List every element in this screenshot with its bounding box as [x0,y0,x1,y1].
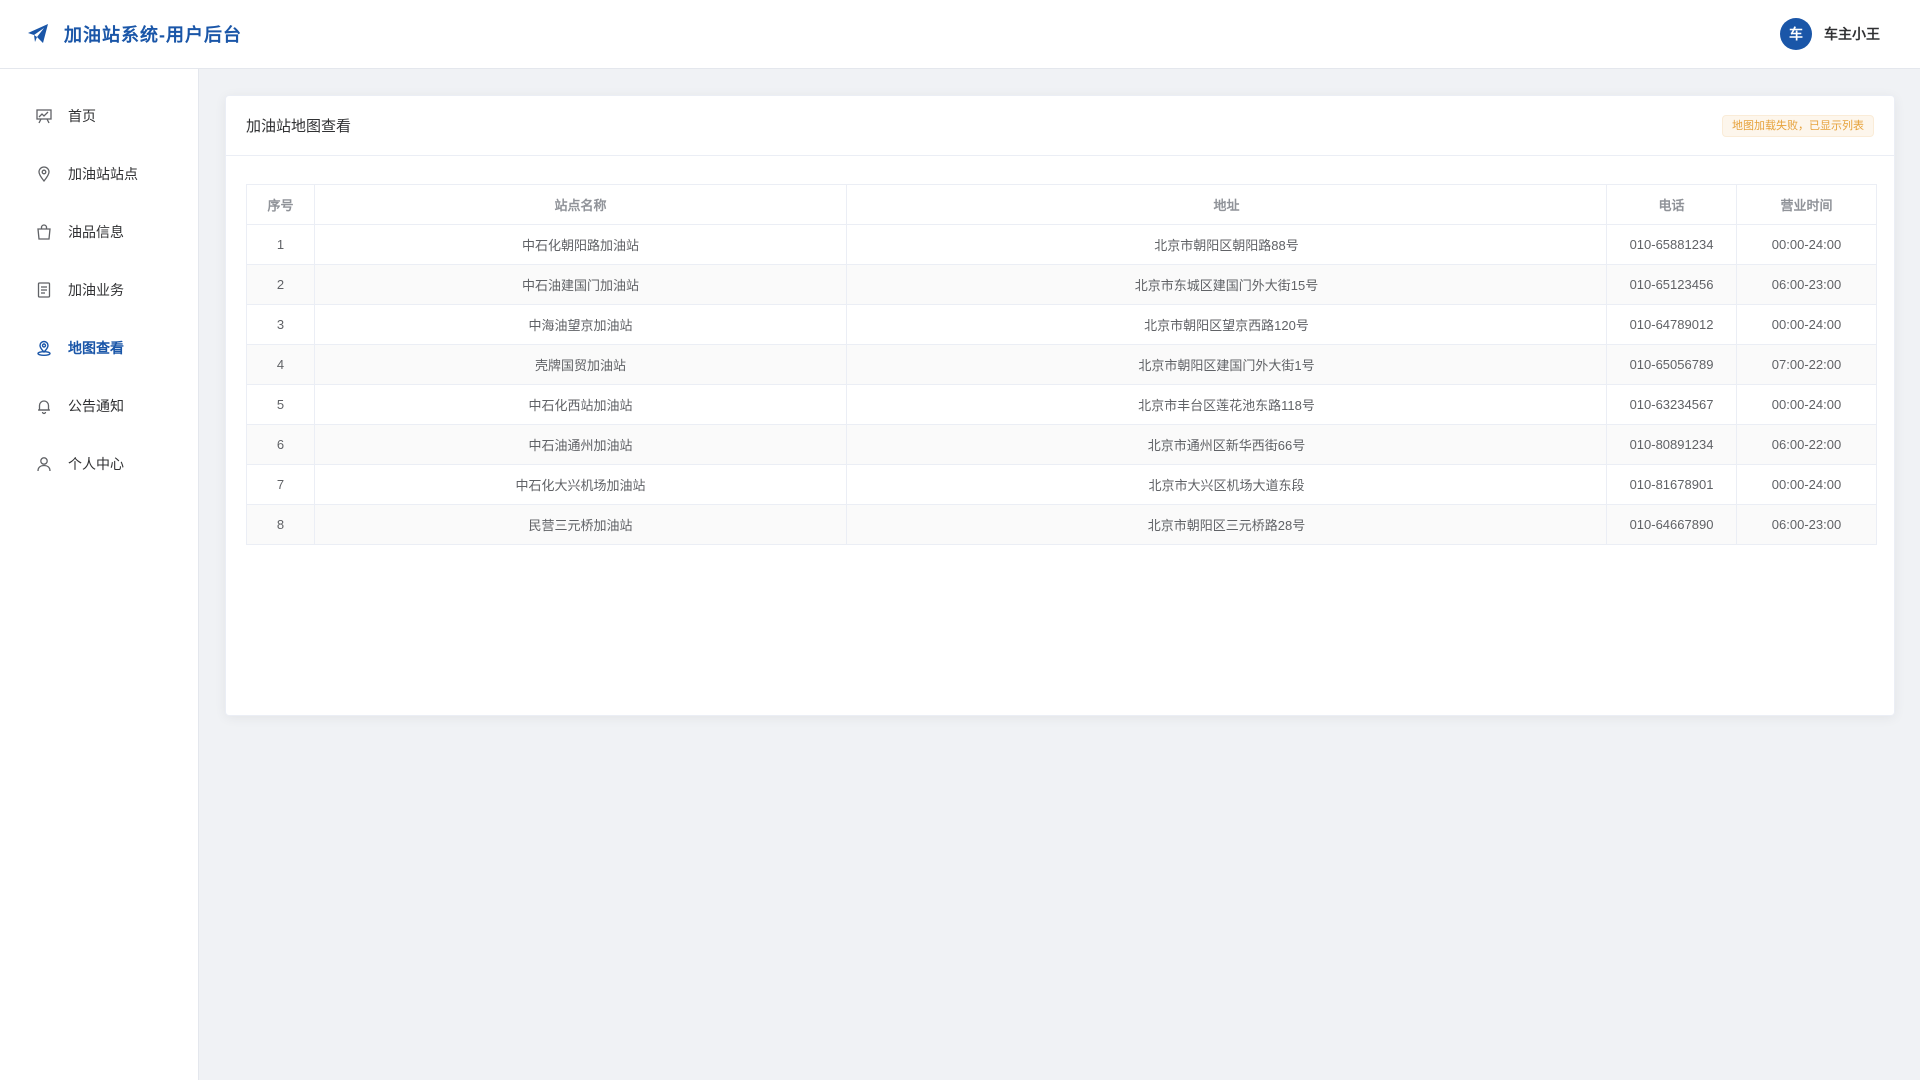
dashboard-icon [35,107,53,125]
sidebar-item-label: 加油站站点 [68,166,138,182]
sidebar: 首页 加油站站点 油品信息 加油业务 地图查看 公告通知 个人中心 [0,69,199,1080]
cell-hours: 00:00-24:00 [1736,464,1877,505]
cell-address: 北京市大兴区机场大道东段 [846,464,1607,505]
cell-address: 北京市朝阳区望京西路120号 [846,304,1607,345]
cell-station-name: 中石油建国门加油站 [314,264,847,305]
cell-index: 3 [246,304,315,345]
cell-phone: 010-65123456 [1606,264,1737,305]
cell-phone: 010-64789012 [1606,304,1737,345]
cell-address: 北京市朝阳区三元桥路28号 [846,504,1607,545]
cell-station-name: 中海油望京加油站 [314,304,847,345]
warning-tag: 地图加载失败，已显示列表 [1722,114,1874,137]
map-pin-icon [35,339,53,357]
user-icon [35,455,53,473]
page-title: 加油站地图查看 [246,118,352,135]
cell-hours: 00:00-24:00 [1736,304,1877,345]
card-body: 序号 站点名称 地址 电话 营业时间 1 中石化朝阳路加油站 北京市朝阳区朝阳路… [226,156,1894,573]
table-header-row: 序号 站点名称 地址 电话 营业时间 [246,184,1877,225]
cell-phone: 010-80891234 [1606,424,1737,465]
cell-index: 6 [246,424,315,465]
cell-index: 1 [246,224,315,265]
cell-phone: 010-65881234 [1606,224,1737,265]
cell-phone: 010-63234567 [1606,384,1737,425]
cell-address: 北京市朝阳区建国门外大街1号 [846,344,1607,385]
cell-station-name: 中石油通州加油站 [314,424,847,465]
column-header-phone: 电话 [1606,184,1737,225]
sidebar-item-label: 个人中心 [68,456,124,472]
cell-phone: 010-65056789 [1606,344,1737,385]
sidebar-item-label: 地图查看 [68,340,124,356]
shopping-bag-icon [35,223,53,241]
table-row[interactable]: 3 中海油望京加油站 北京市朝阳区望京西路120号 010-64789012 0… [246,304,1877,345]
cell-station-name: 壳牌国贸加油站 [314,344,847,385]
card-header: 加油站地图查看 地图加载失败，已显示列表 [226,96,1894,156]
sidebar-item-oil-info[interactable]: 油品信息 [0,203,198,261]
cell-address: 北京市朝阳区朝阳路88号 [846,224,1607,265]
cell-address: 北京市丰台区莲花池东路118号 [846,384,1607,425]
cell-address: 北京市东城区建国门外大街15号 [846,264,1607,305]
cell-index: 8 [246,504,315,545]
table-row[interactable]: 6 中石油通州加油站 北京市通州区新华西街66号 010-80891234 06… [246,424,1877,465]
sidebar-item-label: 油品信息 [68,224,124,240]
table-row[interactable]: 5 中石化西站加油站 北京市丰台区莲花池东路118号 010-63234567 … [246,384,1877,425]
cell-index: 2 [246,264,315,305]
cell-hours: 00:00-24:00 [1736,224,1877,265]
cell-index: 5 [246,384,315,425]
cell-station-name: 中石化大兴机场加油站 [314,464,847,505]
map-view-card: 加油站地图查看 地图加载失败，已显示列表 序号 站点名称 地址 电话 营业时间 [225,95,1895,716]
table-row[interactable]: 4 壳牌国贸加油站 北京市朝阳区建国门外大街1号 010-65056789 07… [246,344,1877,385]
document-icon [35,281,53,299]
cell-index: 4 [246,344,315,385]
column-header-address: 地址 [846,184,1607,225]
app-title: 加油站系统-用户后台 [64,25,242,45]
table-row[interactable]: 8 民营三元桥加油站 北京市朝阳区三元桥路28号 010-64667890 06… [246,504,1877,545]
top-header: 加油站系统-用户后台 车 车主小王 [0,0,1920,69]
paper-plane-icon [26,22,50,46]
bell-icon [35,397,53,415]
cell-index: 7 [246,464,315,505]
cell-station-name: 中石化朝阳路加油站 [314,224,847,265]
cell-station-name: 民营三元桥加油站 [314,504,847,545]
cell-address: 北京市通州区新华西街66号 [846,424,1607,465]
table-row[interactable]: 1 中石化朝阳路加油站 北京市朝阳区朝阳路88号 010-65881234 00… [246,224,1877,265]
sidebar-item-profile[interactable]: 个人中心 [0,435,198,493]
sidebar-item-label: 加油业务 [68,282,124,298]
sidebar-item-notices[interactable]: 公告通知 [0,377,198,435]
cell-hours: 06:00-22:00 [1736,424,1877,465]
sidebar-item-stations[interactable]: 加油站站点 [0,145,198,203]
avatar[interactable]: 车 [1780,18,1812,50]
sidebar-item-map-view[interactable]: 地图查看 [0,319,198,377]
cell-hours: 06:00-23:00 [1736,504,1877,545]
cell-hours: 07:00-22:00 [1736,344,1877,385]
user-menu[interactable]: 车 车主小王 [1780,18,1880,50]
brand[interactable]: 加油站系统-用户后台 [26,21,242,47]
user-name[interactable]: 车主小王 [1824,24,1880,44]
sidebar-item-label: 首页 [68,108,96,124]
cell-hours: 06:00-23:00 [1736,264,1877,305]
column-header-hours: 营业时间 [1736,184,1877,225]
column-header-name: 站点名称 [314,184,847,225]
sidebar-item-label: 公告通知 [68,398,124,414]
sidebar-item-home[interactable]: 首页 [0,87,198,145]
station-table: 序号 站点名称 地址 电话 营业时间 1 中石化朝阳路加油站 北京市朝阳区朝阳路… [246,184,1877,545]
cell-hours: 00:00-24:00 [1736,384,1877,425]
cell-phone: 010-81678901 [1606,464,1737,505]
column-header-index: 序号 [246,184,315,225]
sidebar-item-refuel-business[interactable]: 加油业务 [0,261,198,319]
cell-phone: 010-64667890 [1606,504,1737,545]
location-pin-icon [35,165,53,183]
table-row[interactable]: 7 中石化大兴机场加油站 北京市大兴区机场大道东段 010-81678901 0… [246,464,1877,505]
cell-station-name: 中石化西站加油站 [314,384,847,425]
table-row[interactable]: 2 中石油建国门加油站 北京市东城区建国门外大街15号 010-65123456… [246,264,1877,305]
